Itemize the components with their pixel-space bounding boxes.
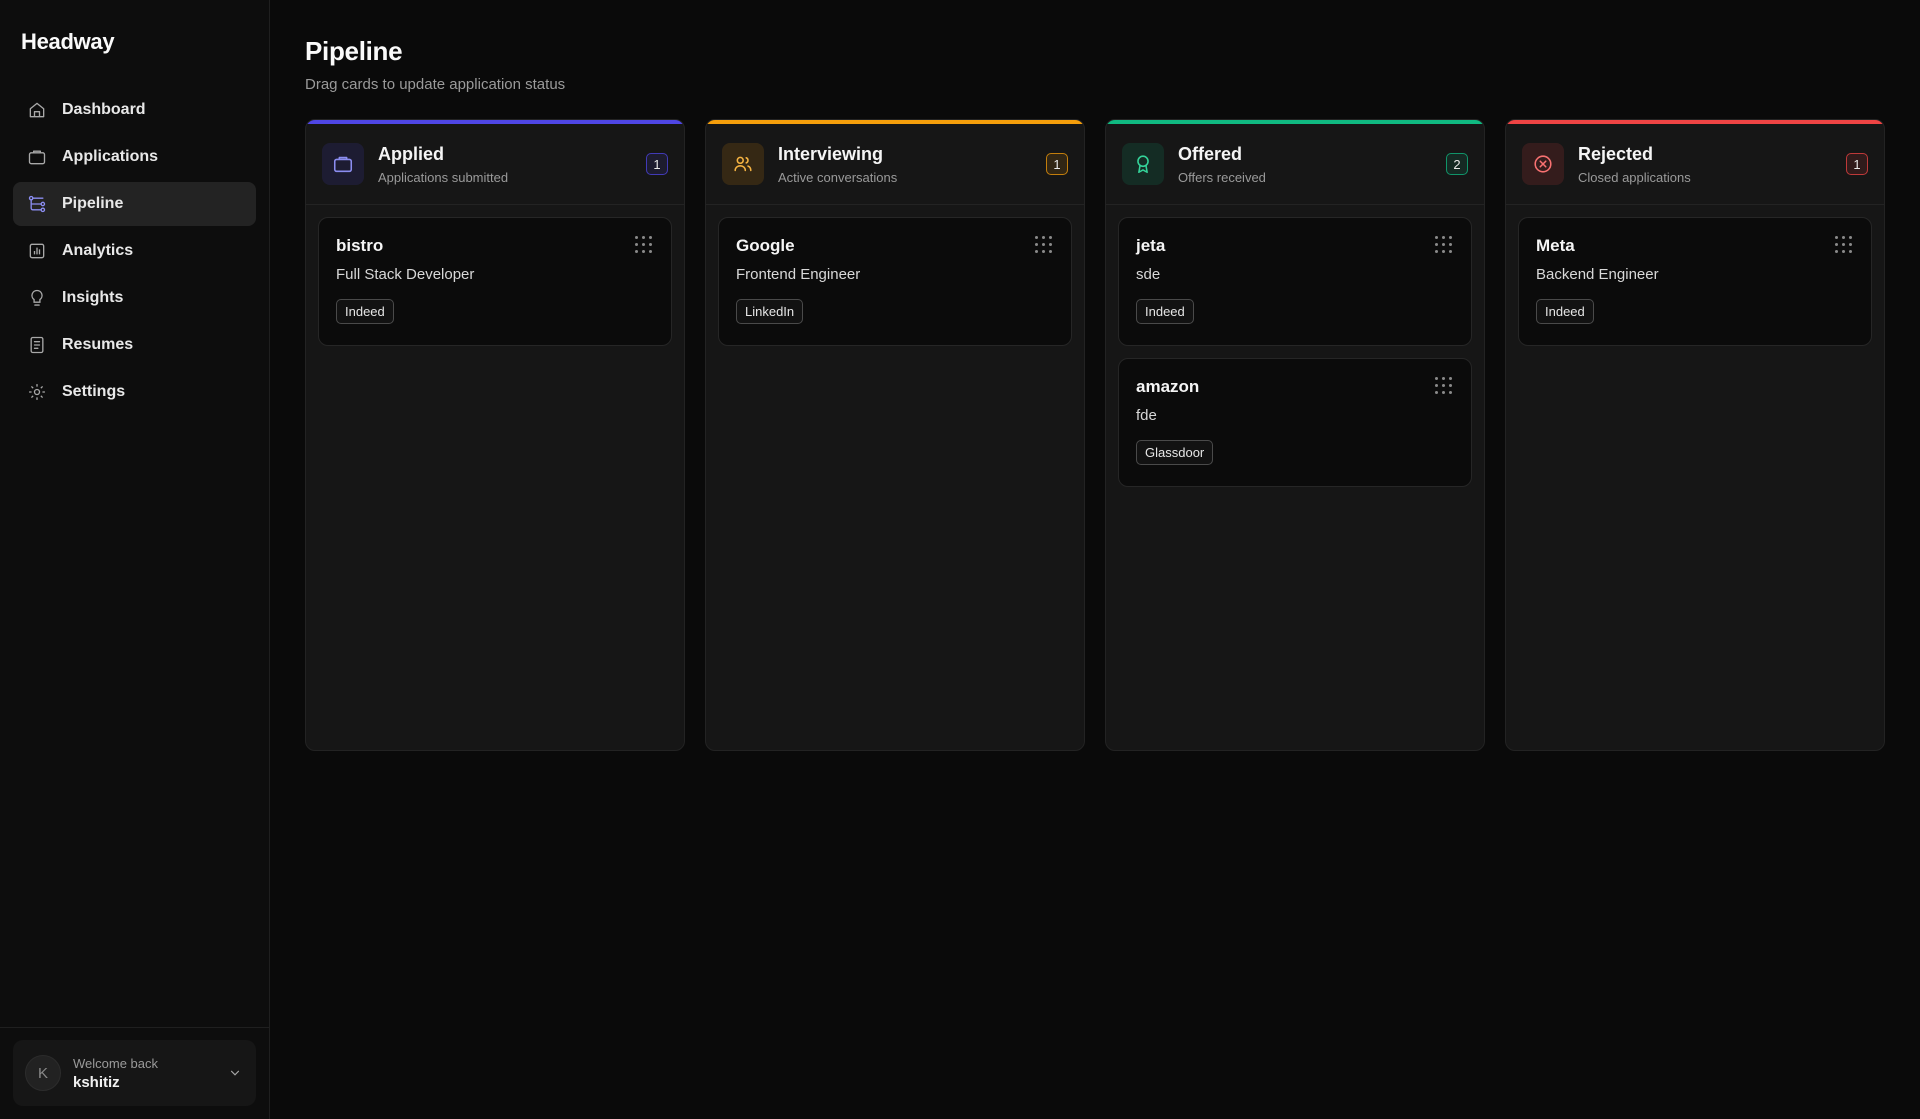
source-badge: LinkedIn [736, 299, 804, 324]
column-titles: Offered Offers received [1178, 144, 1432, 185]
card-role: Full Stack Developer [336, 266, 475, 283]
card-list: jeta sde Indeed amazon fde Glassdoor [1106, 205, 1484, 499]
x-circle-icon [1522, 143, 1564, 185]
sidebar-item-label: Dashboard [62, 101, 146, 118]
card-role: Backend Engineer [1536, 266, 1659, 283]
column-subtitle: Closed applications [1578, 169, 1691, 185]
drag-handle-icon[interactable] [1435, 236, 1453, 254]
column-count-badge: 1 [1046, 153, 1068, 175]
user-name: kshitiz [73, 1073, 120, 1091]
briefcase-icon [322, 143, 364, 185]
users-icon [722, 143, 764, 185]
user-menu[interactable]: K Welcome back kshitiz [13, 1040, 256, 1106]
avatar: K [25, 1055, 61, 1091]
application-card[interactable]: jeta sde Indeed [1118, 217, 1472, 346]
document-icon [26, 334, 48, 356]
main-content: Pipeline Drag cards to update applicatio… [270, 0, 1920, 1119]
sidebar-item-pipeline[interactable]: Pipeline [13, 182, 256, 226]
card-company: bistro [336, 236, 384, 255]
sidebar-nav: Dashboard Applications Pipeline Analytic… [0, 76, 269, 414]
column-count-badge: 2 [1446, 153, 1468, 175]
column-interviewing: Interviewing Active conversations 1 Goog… [705, 119, 1085, 751]
page-subtitle: Drag cards to update application status [305, 76, 566, 93]
application-card[interactable]: Meta Backend Engineer Indeed [1518, 217, 1872, 346]
sidebar-item-label: Applications [62, 148, 159, 165]
welcome-text: Welcome back [73, 1055, 159, 1071]
card-role: sde [1136, 266, 1161, 283]
column-applied: Applied Applications submitted 1 bistro … [305, 119, 685, 751]
sidebar-item-settings[interactable]: Settings [13, 370, 256, 414]
column-count-badge: 1 [646, 153, 668, 175]
home-icon [26, 99, 48, 121]
drag-handle-icon[interactable] [1035, 236, 1053, 254]
application-card[interactable]: Google Frontend Engineer LinkedIn [718, 217, 1072, 346]
sidebar-item-label: Settings [62, 383, 126, 400]
award-icon [1122, 143, 1164, 185]
column-subtitle: Offers received [1178, 169, 1266, 185]
sidebar-item-insights[interactable]: Insights [13, 276, 256, 320]
sidebar-item-label: Insights [62, 289, 124, 306]
source-badge: Indeed [1136, 299, 1194, 324]
column-title: Rejected [1578, 143, 1654, 164]
app-root: Headway Dashboard Applications Pipeline [0, 0, 1920, 1119]
sidebar-item-label: Resumes [62, 336, 134, 353]
sidebar-item-analytics[interactable]: Analytics [13, 229, 256, 273]
column-header: Offered Offers received 2 [1106, 124, 1484, 205]
column-header: Applied Applications submitted 1 [306, 124, 684, 205]
briefcase-icon [26, 146, 48, 168]
card-list: bistro Full Stack Developer Indeed [306, 205, 684, 358]
application-card[interactable]: amazon fde Glassdoor [1118, 358, 1472, 487]
card-list: Meta Backend Engineer Indeed [1506, 205, 1884, 358]
sidebar-item-dashboard[interactable]: Dashboard [13, 88, 256, 132]
column-titles: Applied Applications submitted [378, 144, 632, 185]
column-header: Rejected Closed applications 1 [1506, 124, 1884, 205]
column-title: Interviewing [778, 143, 884, 164]
column-title: Offered [1178, 143, 1243, 164]
drag-handle-icon[interactable] [635, 236, 653, 254]
sidebar-footer: K Welcome back kshitiz [0, 1027, 269, 1119]
column-title: Applied [378, 143, 444, 164]
column-count-badge: 1 [1846, 153, 1868, 175]
sidebar-item-applications[interactable]: Applications [13, 135, 256, 179]
card-company: amazon [1136, 377, 1200, 396]
application-card[interactable]: bistro Full Stack Developer Indeed [318, 217, 672, 346]
gear-icon [26, 381, 48, 403]
user-info: Welcome back kshitiz [73, 1056, 214, 1091]
drag-handle-icon[interactable] [1835, 236, 1853, 254]
sidebar: Headway Dashboard Applications Pipeline [0, 0, 270, 1119]
drag-handle-icon[interactable] [1435, 377, 1453, 395]
column-titles: Interviewing Active conversations [778, 144, 1032, 185]
source-badge: Indeed [1536, 299, 1594, 324]
card-company: Google [736, 236, 795, 255]
kanban-board: Applied Applications submitted 1 bistro … [305, 119, 1885, 751]
card-role: Frontend Engineer [736, 266, 861, 283]
page-title: Pipeline [305, 36, 403, 66]
brand-logo[interactable]: Headway [0, 0, 269, 76]
column-subtitle: Applications submitted [378, 169, 509, 185]
sidebar-item-resumes[interactable]: Resumes [13, 323, 256, 367]
source-badge: Indeed [336, 299, 394, 324]
sidebar-item-label: Analytics [62, 242, 134, 259]
column-titles: Rejected Closed applications [1578, 144, 1832, 185]
card-company: Meta [1536, 236, 1575, 255]
chevron-down-icon [226, 1064, 244, 1082]
sidebar-item-label: Pipeline [62, 195, 124, 212]
column-header: Interviewing Active conversations 1 [706, 124, 1084, 205]
card-role: fde [1136, 407, 1157, 424]
source-badge: Glassdoor [1136, 440, 1214, 465]
column-subtitle: Active conversations [778, 169, 898, 185]
pipeline-icon [26, 193, 48, 215]
lightbulb-icon [26, 287, 48, 309]
bar-chart-icon [26, 240, 48, 262]
card-company: jeta [1136, 236, 1166, 255]
column-rejected: Rejected Closed applications 1 Meta Back… [1505, 119, 1885, 751]
column-offered: Offered Offers received 2 jeta sde Indee… [1105, 119, 1485, 751]
card-list: Google Frontend Engineer LinkedIn [706, 205, 1084, 358]
